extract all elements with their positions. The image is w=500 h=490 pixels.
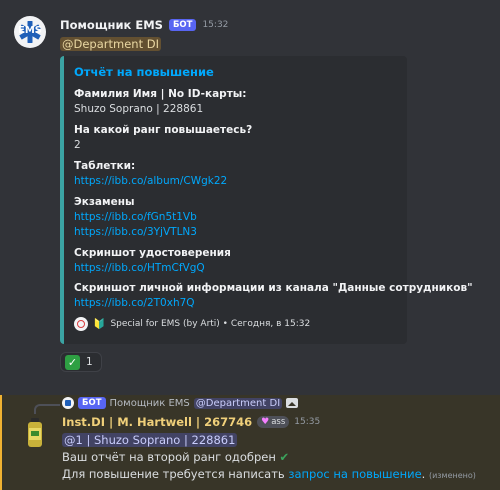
reply-preview[interactable]: БОТ Помощник EMS @Department DI [62, 397, 299, 409]
check-mark-icon: ✔ [279, 450, 290, 464]
role-mention[interactable]: @Department DI [60, 37, 161, 51]
channel-link[interactable]: запрос на повышение [288, 467, 421, 481]
reply-mention: @Department DI [193, 397, 283, 409]
field-name: Скриншот удостоверения [74, 247, 231, 259]
heart-icon: ♥ [261, 417, 270, 427]
field-name: Экзамены [74, 196, 135, 208]
message-text-end: . [421, 467, 426, 481]
field-link[interactable]: https://ibb.co/2T0xh7Q [74, 297, 195, 309]
field-value: Shuzo Soprano | 228861 [74, 103, 204, 115]
message-text: Для повышение требуется написать [62, 467, 285, 481]
footer-text: Special for EMS (by Arti) • Сегодня, в 1… [110, 319, 311, 329]
footer-icon [74, 317, 88, 331]
reply-connector [34, 404, 60, 414]
message-line-request: Для повышение требуется написать запрос … [62, 467, 476, 481]
field-name: Скриншот личной информации из канала "Да… [74, 282, 473, 294]
embed-footer: 🔰 Special for EMS (by Arti) • Сегодня, в… [74, 317, 310, 331]
avatar-text: EMS [18, 25, 42, 36]
reply-author: Помощник EMS [109, 397, 190, 409]
edited-label: (изменено) [428, 471, 476, 480]
message-reply-highlighted: БОТ Помощник EMS @Department DI Inst.DI … [0, 395, 500, 490]
field-value: 2 [74, 139, 81, 151]
field-name: Таблетки: [74, 160, 136, 172]
field-link[interactable]: https://ibb.co/HTmCfVgQ [74, 262, 205, 274]
message-bot-report: EMS Помощник EMS БОТ 15:32 @Department D… [0, 0, 500, 395]
beginner-leaf-icon: 🔰 [93, 318, 106, 330]
field-name: Фамилия Имя | No ID-карты: [74, 88, 247, 100]
message-header: Inst.DI | M. Hartwell | 267746 ♥ ass 15:… [62, 415, 320, 429]
user-mention[interactable]: @1 | Shuzo Soprano | 228861 [62, 433, 238, 447]
message-mention-line: @1 | Shuzo Soprano | 228861 [62, 433, 238, 447]
field-name: На какой ранг повышаетесь? [74, 124, 253, 136]
message-text: Ваш отчёт на второй ранг одобрен [62, 450, 276, 464]
reaction-checkmark[interactable]: ✓ 1 [60, 352, 102, 372]
field-link[interactable]: https://ibb.co/fGn5t1Vb [74, 211, 197, 223]
message-line-approved: Ваш отчёт на второй ранг одобрен ✔ [62, 450, 289, 464]
reaction-count: 1 [86, 356, 93, 368]
role-badge-text: ass [271, 417, 286, 427]
reply-avatar [62, 397, 74, 409]
embed-card: Отчёт на повышение Фамилия Имя | No ID-к… [60, 56, 473, 344]
timestamp[interactable]: 15:35 [294, 417, 320, 427]
embed-title: Отчёт на повышение [74, 65, 214, 79]
bot-avatar[interactable]: EMS [14, 16, 46, 48]
field-link[interactable]: https://ibb.co/album/CWgk22 [74, 175, 227, 187]
image-icon [286, 398, 299, 408]
message-header: Помощник EMS БОТ 15:32 [60, 18, 228, 32]
role-badge: ♥ ass [257, 416, 290, 428]
bot-badge: БОТ [78, 397, 106, 409]
check-mark-icon: ✓ [65, 354, 80, 370]
user-avatar[interactable] [22, 417, 48, 449]
field-link[interactable]: https://ibb.co/3YjVTLN3 [74, 226, 197, 238]
bot-badge: БОТ [168, 19, 197, 31]
author-name[interactable]: Помощник EMS [60, 18, 163, 32]
timestamp[interactable]: 15:32 [202, 20, 228, 30]
author-name[interactable]: Inst.DI | M. Hartwell | 267746 [62, 415, 252, 429]
